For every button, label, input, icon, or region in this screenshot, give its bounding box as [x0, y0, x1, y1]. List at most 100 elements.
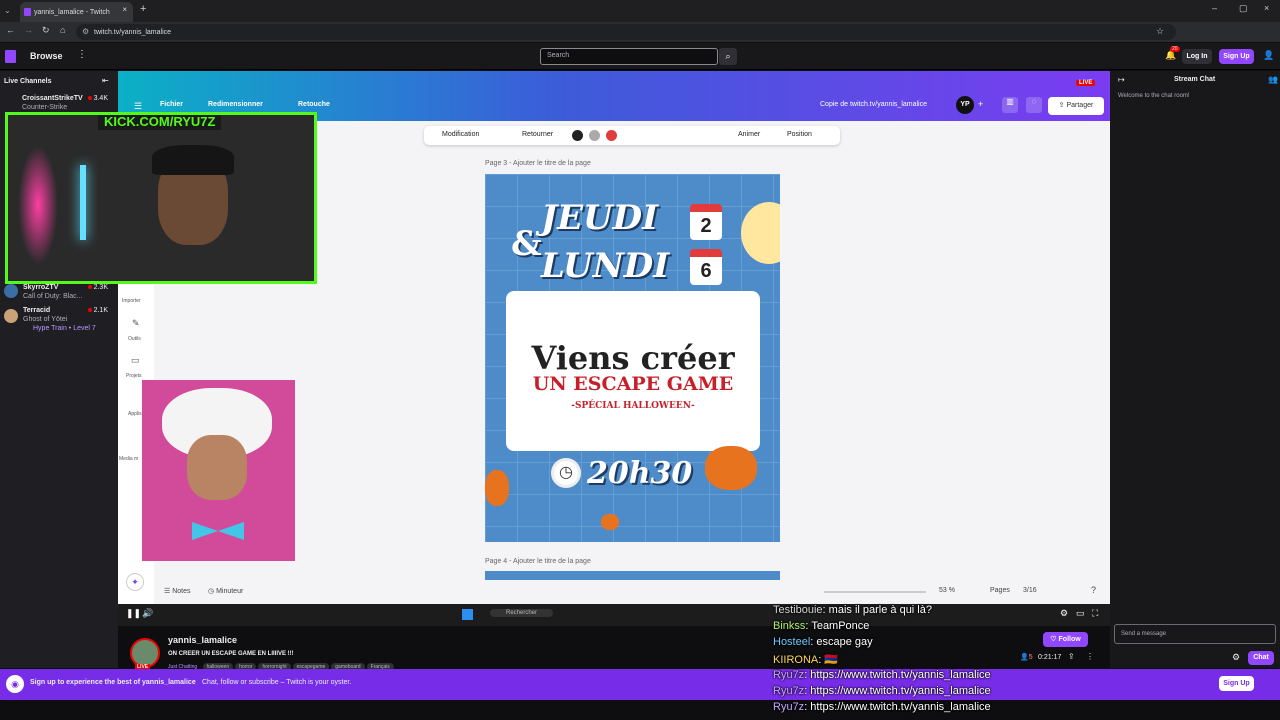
- login-button[interactable]: Log In: [1182, 49, 1212, 64]
- neon-light: [80, 165, 86, 240]
- help-icon: ?: [1091, 585, 1097, 595]
- poster-time: 20h30: [587, 456, 693, 491]
- canva-animer: Animer: [738, 131, 761, 138]
- channel-item[interactable]: SkyrroZTV Call of Duty: Blac... 2.3K: [4, 283, 114, 301]
- chat-message: Binkss: TeamPonce: [773, 620, 870, 632]
- twitch-favicon-icon: [24, 8, 31, 16]
- chat-users-icon[interactable]: 👥: [1268, 75, 1278, 84]
- pumpkin-shape: [485, 470, 509, 506]
- stream-title: ON CREER UN ESCAPE GAME EN LIIIIVE !!!: [168, 651, 294, 657]
- canva-doc-title: Copie de twitch.tv/yannis_lamalice: [820, 101, 927, 108]
- page4-preview: [485, 571, 780, 580]
- canva-apps-item: Applis: [128, 411, 142, 417]
- share-icon[interactable]: ⇪: [1068, 652, 1075, 661]
- url-field[interactable]: ⚙ twitch.tv/yannis_lamalice ☆: [76, 24, 1176, 40]
- windows-start-icon: [462, 609, 473, 620]
- pumpkin-shape: [705, 446, 757, 490]
- site-info-icon[interactable]: ⚙: [82, 27, 89, 36]
- signup-banner-button[interactable]: Sign Up: [1219, 676, 1254, 691]
- fullscreen-icon[interactable]: ⛶: [1092, 608, 1098, 619]
- chat-message: Ryu7z: https://www.twitch.tv/yannis_lama…: [773, 669, 991, 681]
- forward-icon[interactable]: →: [24, 25, 33, 35]
- pumpkin-shape: [601, 514, 619, 530]
- pause-icon[interactable]: ❚❚: [126, 608, 141, 619]
- search-input[interactable]: Search: [540, 48, 718, 65]
- more-options-icon[interactable]: ⋮: [1086, 652, 1094, 661]
- page-count: 3/16: [1023, 587, 1037, 594]
- twitch-logo-icon[interactable]: [5, 50, 16, 63]
- taskbar-search: Rechercher: [490, 609, 554, 617]
- windows-taskbar: ❚❚ 🔊 Rechercher ⚙ ▭ ⛶: [118, 604, 1110, 626]
- collapse-sidebar-icon[interactable]: ⇤: [102, 76, 109, 85]
- collapse-chat-icon[interactable]: ↦: [1118, 75, 1125, 84]
- canva-tools-icon: ✎: [132, 318, 140, 328]
- channel-viewers: 3.4K: [87, 94, 108, 103]
- channel-item[interactable]: Terracid Ghost of Yōtei Hype Train • Lev…: [4, 306, 114, 333]
- home-icon[interactable]: ⌂: [60, 25, 65, 35]
- search-icon[interactable]: ⌕: [719, 48, 737, 65]
- canva-add-icon: +: [978, 99, 984, 109]
- new-tab-icon[interactable]: +: [140, 3, 146, 15]
- tab-title: yannis_lamalice - Twitch: [34, 8, 110, 16]
- bookmark-star-icon[interactable]: ☆: [1156, 26, 1164, 37]
- theatre-mode-icon[interactable]: ▭: [1076, 608, 1085, 619]
- tab-search-icon[interactable]: ⌄: [4, 6, 11, 15]
- sidebar-title: Live Channels: [4, 78, 52, 85]
- volume-icon[interactable]: 🔊: [142, 608, 153, 619]
- notification-count: 20: [1170, 46, 1180, 52]
- reload-icon[interactable]: ↻: [42, 25, 50, 36]
- maximize-icon[interactable]: ▢: [1239, 3, 1248, 14]
- canva-import-item: Importer: [122, 298, 141, 304]
- back-icon[interactable]: ←: [6, 25, 15, 35]
- chat-message: Ryu7z: https://www.twitch.tv/yannis_lama…: [773, 701, 991, 713]
- webcam-overlay-main: KICK.COM/RYU7Z: [5, 112, 317, 284]
- chat-input[interactable]: Send a message: [1114, 624, 1276, 644]
- poster-title: Viens créer: [531, 339, 735, 377]
- poster-line2: LUNDI: [541, 246, 670, 286]
- channel-avatar: [4, 284, 18, 298]
- page3-label: Page 3 - Ajouter le titre de la page: [485, 160, 591, 167]
- chat-message: Testibouie: mais il parle à qui là?: [773, 604, 932, 616]
- settings-icon[interactable]: ⚙: [1060, 608, 1068, 619]
- channel-item[interactable]: CroissantStrikeTV Counter-Strike 3.4K: [4, 94, 114, 112]
- canva-menu-edit: Retouche: [298, 101, 330, 108]
- stream-live-badge: LIVE: [1076, 80, 1096, 86]
- channel-game: Counter-Strike: [22, 104, 68, 111]
- canva-modification: Modification: [442, 131, 480, 138]
- chat-welcome: Welcome to the chat room!: [1118, 93, 1190, 99]
- kick-banner: KICK.COM/RYU7Z: [98, 115, 222, 130]
- webcam-overlay-secondary: [142, 380, 295, 561]
- signup-banner: ◉ Sign up to experience the best of yann…: [0, 669, 1280, 700]
- guest-face: [187, 435, 247, 500]
- browser-tab[interactable]: yannis_lamalice - Twitch ×: [20, 2, 133, 22]
- streamer-name[interactable]: yannis_lamalice: [168, 635, 237, 645]
- follow-button[interactable]: ♡ Follow: [1043, 632, 1088, 647]
- chat-send-button[interactable]: Chat: [1248, 651, 1274, 665]
- color-swatch-black: [572, 130, 583, 141]
- chat-message: Hosteel: escape gay: [773, 636, 873, 648]
- signup-button[interactable]: Sign Up: [1219, 49, 1254, 64]
- signup-banner-cta: Sign up to experience the best of yannis…: [30, 679, 196, 686]
- user-icon[interactable]: 👤: [1263, 50, 1274, 61]
- minimize-icon[interactable]: –: [1212, 3, 1217, 13]
- signup-banner-sub: Chat, follow or subscribe – Twitch is yo…: [202, 679, 352, 686]
- window-close-icon[interactable]: ×: [1264, 3, 1269, 13]
- channel-game: Call of Duty: Blac...: [23, 293, 83, 300]
- chat-settings-icon[interactable]: ⚙: [1232, 652, 1240, 663]
- chat-message: Ryu7z: https://www.twitch.tv/yannis_lama…: [773, 685, 991, 697]
- browse-link[interactable]: Browse: [30, 51, 63, 61]
- channel-viewers: 2.1K: [87, 306, 108, 315]
- channel-avatar: [4, 309, 18, 323]
- more-menu-icon[interactable]: ⋮: [77, 49, 87, 60]
- tab-close-icon[interactable]: ×: [122, 5, 127, 14]
- chat-panel: ↦ Stream Chat 👥 Welcome to the chat room…: [1110, 71, 1280, 668]
- uptime: 0:21:17: [1038, 654, 1062, 661]
- stream-info-bar: LIVE yannis_lamalice ON CREER UN ESCAPE …: [118, 626, 1110, 671]
- streamer-cap: [152, 145, 234, 175]
- calendar-day1: 2: [690, 204, 722, 240]
- pages-label: Pages: [990, 587, 1010, 594]
- magic-button-icon: ✦: [126, 573, 144, 591]
- notes-label: ☰ Notes: [164, 588, 191, 595]
- canva-position: Position: [787, 131, 812, 138]
- poster-special: -SPÉCIAL HALLOWEEN-: [571, 401, 695, 411]
